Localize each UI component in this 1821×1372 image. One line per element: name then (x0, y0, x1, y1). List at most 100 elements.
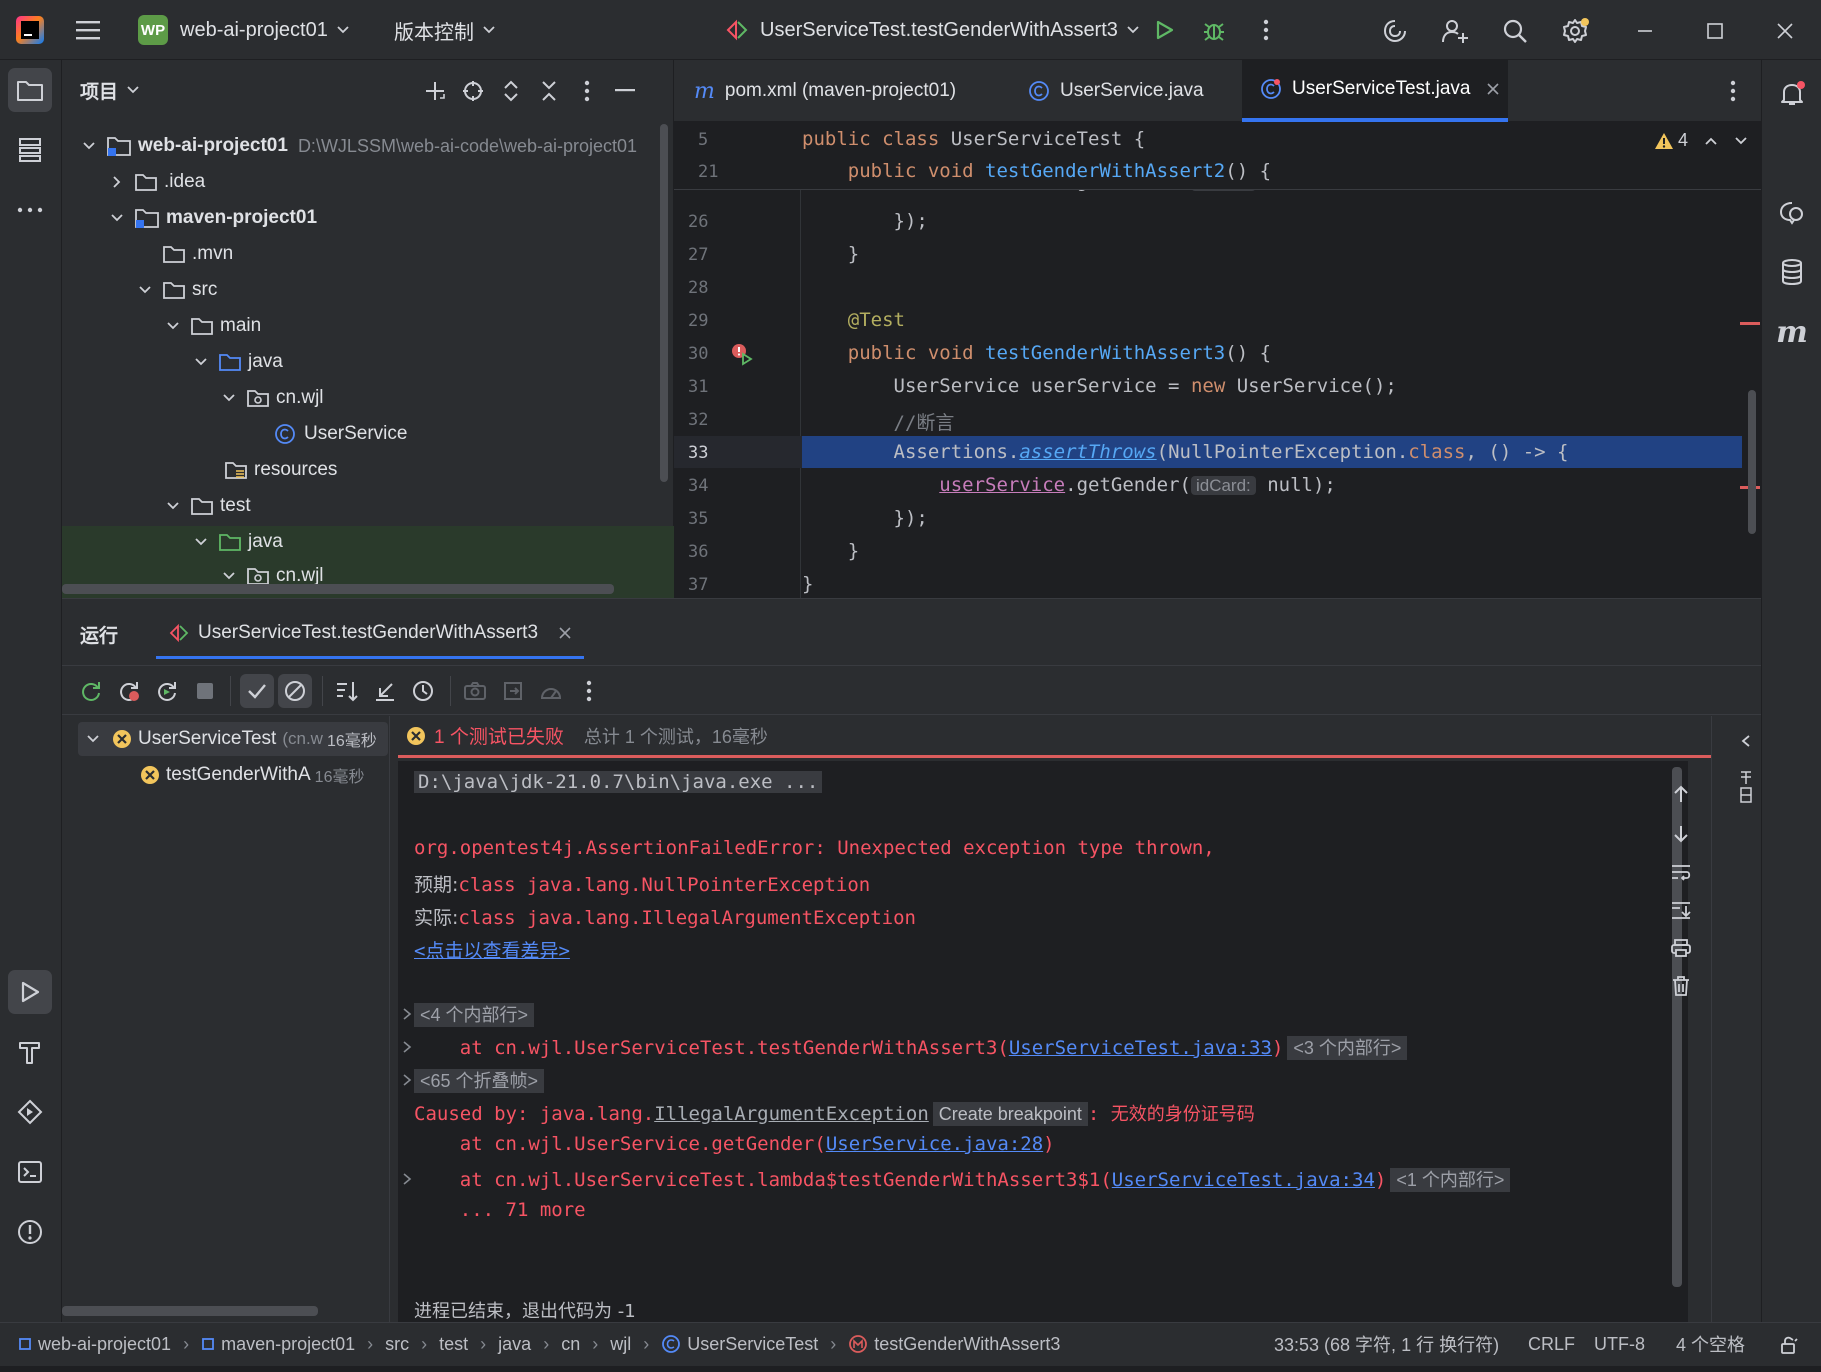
run-icon[interactable] (1148, 14, 1180, 46)
console-output[interactable]: D:\java\jdk-21.0.7\bin\java.exe ... org.… (398, 761, 1688, 1323)
intellij-logo-icon[interactable] (16, 16, 44, 44)
minimize-window-icon[interactable] (1628, 14, 1662, 48)
close-tab-icon[interactable] (1486, 82, 1500, 96)
breadcrumb-item[interactable]: java (498, 1334, 531, 1355)
options-icon[interactable] (572, 76, 602, 106)
expand-fold-icon[interactable] (402, 1073, 412, 1087)
more-options-icon[interactable] (574, 676, 604, 706)
stop-icon[interactable] (190, 676, 220, 706)
collapse-side-icon[interactable] (1734, 729, 1758, 753)
problems-icon[interactable] (8, 1210, 52, 1254)
tree-item-test[interactable]: test (164, 489, 251, 523)
file-encoding[interactable]: UTF-8 (1594, 1322, 1645, 1366)
project-switcher[interactable]: WP web-ai-project01 (138, 14, 350, 46)
build-hammer-icon[interactable] (8, 1030, 52, 1074)
settings-gear-icon[interactable] (1558, 14, 1592, 48)
run-config-selector[interactable]: UserServiceTest.testGenderWithAssert3 (724, 14, 1140, 46)
rerun-icon[interactable] (76, 676, 106, 706)
next-highlight-icon[interactable] (1734, 134, 1748, 148)
breadcrumb-item[interactable]: web-ai-project01 (38, 1334, 171, 1355)
line-separator[interactable]: CRLF (1528, 1322, 1575, 1366)
run-tab[interactable]: UserServiceTest.testGenderWithAssert3 (156, 609, 585, 659)
tree-item-userservice[interactable]: UserService (274, 417, 407, 451)
show-passed-icon[interactable] (240, 674, 274, 708)
collapse-all-icon[interactable] (534, 76, 564, 106)
breadcrumb-item[interactable]: UserServiceTest (687, 1334, 818, 1355)
editor-scrollbar[interactable] (1748, 390, 1756, 534)
breadcrumb-item[interactable]: test (439, 1334, 468, 1355)
breadcrumb-item[interactable]: testGenderWithAssert3 (874, 1334, 1060, 1355)
test-history-icon[interactable] (408, 676, 438, 706)
horizontal-scrollbar[interactable] (62, 1306, 318, 1316)
close-window-icon[interactable] (1768, 14, 1802, 48)
close-tab-icon[interactable] (558, 626, 572, 640)
view-diff-link[interactable]: <点击以查看差异> (414, 936, 570, 963)
breadcrumb-item[interactable]: wjl (610, 1334, 631, 1355)
warnings-indicator[interactable]: 4 (1654, 130, 1748, 151)
folded-lines[interactable]: <4 个内部行> (414, 1001, 535, 1027)
tree-item-testgenderwithassert3[interactable]: testGenderWithA 16毫秒 (140, 758, 390, 792)
ai-assistant-icon[interactable] (1378, 14, 1412, 48)
breadcrumb-item[interactable]: cn (561, 1334, 580, 1355)
screenshot-camera-icon[interactable] (460, 676, 490, 706)
horizontal-scrollbar[interactable] (62, 584, 614, 594)
clear-trash-icon[interactable] (1666, 971, 1696, 1001)
code-body[interactable]: userService.getGender(idCard: null); 26 … (674, 190, 1761, 598)
breadcrumb-item[interactable]: maven-project01 (221, 1334, 355, 1355)
error-stripe-mark[interactable] (1740, 322, 1760, 325)
vcs-menu[interactable]: 版本控制 (394, 14, 496, 46)
tree-item-src[interactable]: src (136, 273, 217, 307)
print-icon[interactable] (1666, 933, 1696, 963)
tree-item-web-ai-project01[interactable]: web-ai-project01 D:\WJLSSM\web-ai-code\w… (80, 129, 637, 163)
add-file-icon[interactable] (420, 76, 450, 106)
toggle-auto-test-icon[interactable] (152, 676, 182, 706)
run-test-failed-gutter-icon[interactable] (730, 342, 754, 366)
editor-tabs-menu-icon[interactable] (1718, 76, 1748, 106)
tree-item-mvn[interactable]: .mvn (162, 237, 233, 271)
main-menu-icon[interactable] (72, 14, 104, 46)
maven-icon[interactable]: m (1770, 310, 1814, 354)
ai-chat-icon[interactable] (1770, 190, 1814, 234)
tab-userservicetest-java[interactable]: UserServiceTest.java (1242, 60, 1508, 122)
breadcrumb-item[interactable]: src (385, 1334, 409, 1355)
tree-item-resources[interactable]: resources (224, 453, 337, 487)
tree-item-main-java[interactable]: java (192, 345, 283, 379)
coverage-icon[interactable] (536, 676, 566, 706)
tree-item-userservicetest[interactable]: UserServiceTest (cn.w 16毫秒 (78, 722, 388, 756)
add-user-icon[interactable] (1438, 14, 1472, 48)
export-icon[interactable] (498, 676, 528, 706)
expand-fold-icon[interactable] (402, 1172, 412, 1186)
locate-file-icon[interactable] (458, 76, 488, 106)
scroll-to-end-icon[interactable] (1666, 895, 1696, 925)
source-link[interactable]: UserService.java:28 (826, 1133, 1043, 1155)
sort-icon[interactable] (332, 676, 362, 706)
file-lock-icon[interactable] (1774, 1330, 1804, 1360)
tab-userservice-java[interactable]: UserService.java (1028, 60, 1204, 122)
show-ignored-icon[interactable] (278, 674, 312, 708)
tree-item-main-package[interactable]: cn.wjl (220, 381, 324, 415)
run-tool-icon[interactable] (8, 970, 52, 1014)
soft-wrap-icon[interactable] (1666, 857, 1696, 887)
source-link[interactable]: UserServiceTest.java:33 (1009, 1037, 1272, 1059)
project-tool-icon[interactable] (8, 68, 52, 112)
notifications-bell-icon[interactable] (1770, 72, 1814, 116)
debug-icon[interactable] (1198, 14, 1230, 46)
structure-tool-icon[interactable] (8, 128, 52, 172)
expand-all-icon[interactable] (496, 76, 526, 106)
services-icon[interactable] (8, 1090, 52, 1134)
more-tools-icon[interactable] (8, 188, 52, 232)
expand-fold-icon[interactable] (402, 1040, 412, 1054)
database-icon[interactable] (1770, 250, 1814, 294)
source-link[interactable]: UserServiceTest.java:34 (1112, 1169, 1375, 1191)
tree-item-maven-project01[interactable]: maven-project01 (108, 201, 317, 235)
rerun-failed-icon[interactable] (114, 676, 144, 706)
tree-item-idea[interactable]: .idea (108, 165, 205, 199)
project-view-selector[interactable]: 项目 (80, 74, 140, 106)
import-results-icon[interactable] (370, 676, 400, 706)
scroll-up-icon[interactable] (1666, 779, 1696, 809)
tree-item-main[interactable]: main (164, 309, 261, 343)
vertical-scrollbar[interactable] (660, 124, 668, 482)
maximize-window-icon[interactable] (1698, 14, 1732, 48)
expand-fold-icon[interactable] (402, 1007, 412, 1021)
search-icon[interactable] (1498, 14, 1532, 48)
